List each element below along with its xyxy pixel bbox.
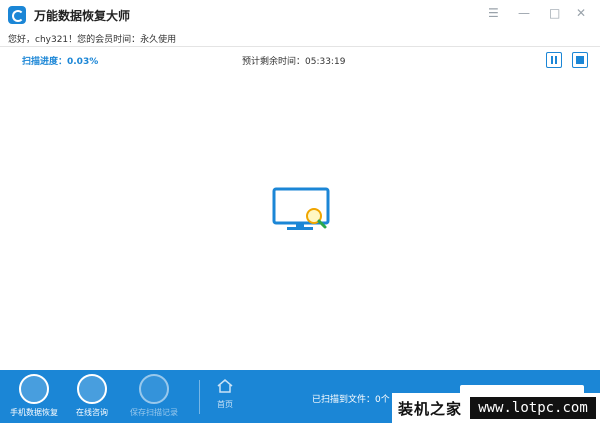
phone-recovery-label: 手机数据恢复 <box>10 408 58 417</box>
eta-label: 预计剩余时间：05:33:19 <box>242 57 346 67</box>
app-logo-icon <box>8 6 26 24</box>
scan-area <box>0 72 600 370</box>
online-consult-button[interactable]: 在线咨询 <box>64 374 120 418</box>
maximize-icon[interactable]: □ <box>549 6 560 20</box>
scanned-files-count: 已扫描到文件：0个 <box>312 395 390 405</box>
title-bar: 万能数据恢复大师 ☰ — □ ✕ <box>0 0 600 30</box>
save-icon <box>139 374 169 404</box>
stop-button[interactable] <box>572 52 588 68</box>
save-scan-record-button[interactable]: 保存扫描记录 <box>126 374 182 418</box>
phone-recovery-button[interactable]: 手机数据恢复 <box>6 374 62 418</box>
watermark-cn: 装机之家 <box>398 400 463 418</box>
scan-progress-label: 扫描进度：0.03% <box>22 57 99 67</box>
monitor-scan-icon <box>272 187 330 230</box>
app-title: 万能数据恢复大师 <box>34 9 131 23</box>
watermark-url: www.lotpc.com <box>470 397 596 419</box>
watermark: 装机之家 www.lotpc.com <box>392 393 600 423</box>
user-info-text: 您好，chy321！您的会员时间：永久使用 <box>8 35 177 45</box>
footer-divider <box>199 380 200 414</box>
home-button[interactable]: 首页 <box>210 378 240 410</box>
pause-button[interactable] <box>546 52 562 68</box>
menu-icon[interactable]: ☰ <box>488 6 499 20</box>
pause-icon <box>551 56 553 64</box>
home-label: 首页 <box>217 400 233 409</box>
home-icon <box>217 379 233 393</box>
stop-icon <box>576 56 584 64</box>
online-consult-label: 在线咨询 <box>76 408 108 417</box>
minimize-icon[interactable]: — <box>518 6 530 20</box>
save-scan-record-label: 保存扫描记录 <box>130 408 178 417</box>
close-icon[interactable]: ✕ <box>576 6 586 20</box>
user-info-bar: 您好，chy321！您的会员时间：永久使用 <box>0 30 600 46</box>
user-icon <box>77 374 107 404</box>
phone-icon <box>19 374 49 404</box>
scan-progress-bar: 扫描进度：0.03% 预计剩余时间：05:33:19 <box>0 46 600 74</box>
